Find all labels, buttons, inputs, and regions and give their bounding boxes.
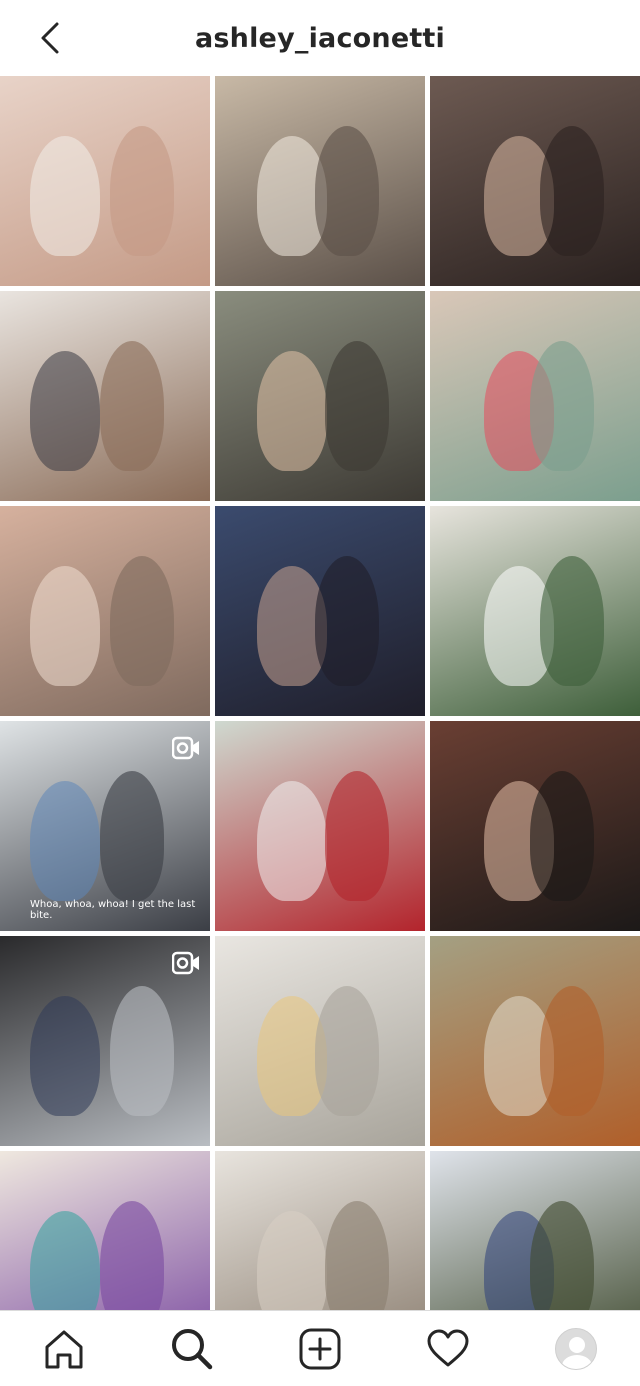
post-thumbnail[interactable] (0, 936, 210, 1146)
post-thumbnail[interactable] (215, 721, 425, 931)
add-post-icon (299, 1328, 341, 1369)
post-thumbnail[interactable] (0, 506, 210, 716)
post-image-subject (30, 351, 100, 471)
post-image-subject (540, 126, 604, 256)
post-image-subject (110, 986, 174, 1116)
post-image-subject (257, 781, 327, 901)
post-image-subject (315, 986, 379, 1116)
top-header: ashley_iaconetti (0, 0, 640, 76)
video-reel-icon (172, 736, 199, 760)
post-image-subject (315, 556, 379, 686)
posts-grid: Whoa, whoa, whoa! I get the last bite. (0, 76, 640, 1386)
post-image-subject (110, 126, 174, 256)
post-thumbnail[interactable] (430, 721, 640, 931)
post-image-subject (30, 136, 100, 256)
tab-new-post[interactable] (288, 1317, 352, 1381)
post-thumbnail[interactable] (430, 76, 640, 286)
post-thumbnail[interactable]: Whoa, whoa, whoa! I get the last bite. (0, 721, 210, 931)
video-reel-icon (172, 951, 199, 975)
post-thumbnail[interactable] (215, 76, 425, 286)
post-image-subject (110, 556, 174, 686)
tab-profile[interactable] (544, 1317, 608, 1381)
post-image-subject (100, 341, 164, 471)
heart-icon (427, 1329, 469, 1366)
post-thumbnail[interactable] (215, 936, 425, 1146)
post-image-subject (257, 351, 327, 471)
post-image-subject (530, 341, 594, 471)
post-thumbnail[interactable] (215, 506, 425, 716)
chevron-left-icon (41, 22, 59, 54)
tab-activity[interactable] (416, 1317, 480, 1381)
home-icon (45, 1330, 83, 1368)
post-image-subject (325, 771, 389, 901)
avatar-head-shape (569, 1336, 585, 1353)
post-image-subject (30, 566, 100, 686)
post-image-subject (315, 126, 379, 256)
post-image-subject (30, 996, 100, 1116)
tab-home[interactable] (32, 1317, 96, 1381)
profile-username-title: ashley_iaconetti (194, 22, 445, 54)
post-thumbnail[interactable] (430, 936, 640, 1146)
post-thumbnail[interactable] (0, 76, 210, 286)
post-thumbnail[interactable] (0, 291, 210, 501)
search-icon (172, 1328, 213, 1369)
post-thumbnail[interactable] (430, 291, 640, 501)
post-thumbnail[interactable] (215, 291, 425, 501)
back-button[interactable] (30, 18, 70, 58)
post-image-subject (30, 781, 100, 901)
post-image-subject (100, 771, 164, 901)
video-caption-text: Whoa, whoa, whoa! I get the last bite. (30, 899, 196, 921)
profile-avatar (555, 1327, 597, 1370)
post-image-subject (325, 341, 389, 471)
post-thumbnail[interactable] (430, 506, 640, 716)
tab-search[interactable] (160, 1317, 224, 1381)
post-image-subject (540, 986, 604, 1116)
bottom-tab-bar (0, 1310, 640, 1386)
avatar-body-shape (562, 1354, 592, 1369)
post-image-subject (530, 771, 594, 901)
post-image-subject (540, 556, 604, 686)
